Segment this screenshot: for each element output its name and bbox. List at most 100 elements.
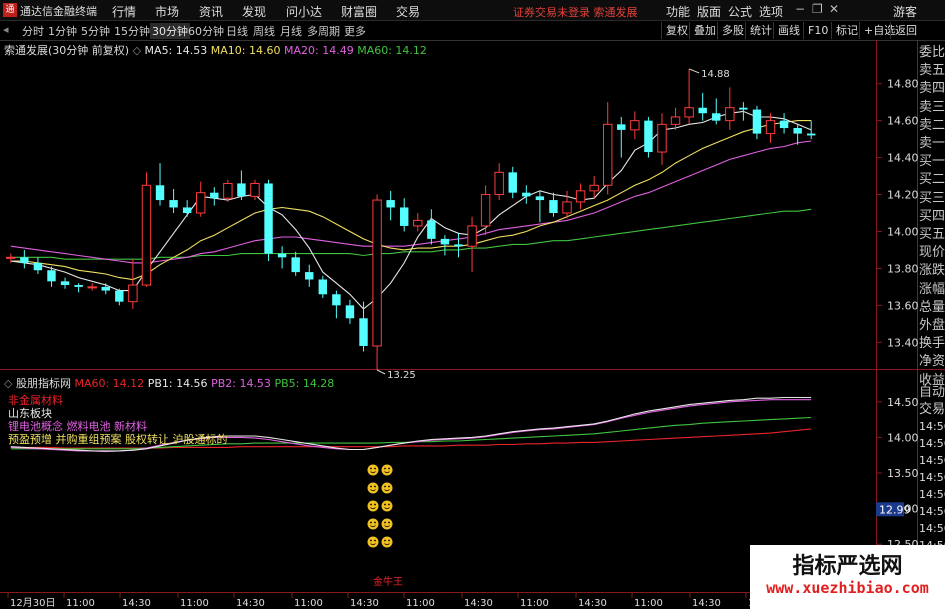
main-legend: 索通发展(30分钟 前复权) ◇ MA5: 14.53 MA10: 14.60 … [4, 42, 427, 58]
sidebar-item-6[interactable]: 买一 [919, 153, 945, 170]
menu-caifuquan[interactable]: 财富圈 [341, 3, 377, 20]
btn-back[interactable]: 返回 [890, 22, 921, 39]
btn-draw-line[interactable]: 画线 [773, 22, 804, 39]
candle-body [47, 270, 56, 282]
restore-icon[interactable]: ❐ [812, 2, 823, 16]
legend-settings-icon[interactable]: ◇ [133, 44, 141, 57]
smiley-eye [374, 485, 376, 488]
smiley-mouth [370, 489, 376, 492]
tab-weekly[interactable]: 周线 [253, 23, 275, 39]
sidebar-item-21[interactable]: 14:56 [919, 418, 945, 435]
sidebar-item-7[interactable]: 买二 [919, 171, 945, 188]
sidebar-item-15[interactable]: 外盘 [919, 317, 945, 334]
candle-body [454, 244, 463, 247]
menu-gongshi[interactable]: 公式 [728, 3, 752, 20]
tab-multi-period[interactable]: 多周期 [307, 23, 340, 39]
btn-mark[interactable]: 标记 [831, 22, 862, 39]
btn-statistics[interactable]: 统计 [745, 22, 776, 39]
time-label-3: 11:00 [180, 598, 209, 609]
sidebar-item-11[interactable]: 现价 [919, 244, 945, 261]
tab-5min[interactable]: 5分钟 [81, 23, 110, 39]
smiley-eye [370, 539, 372, 542]
btn-multi-stock[interactable]: 多股 [717, 22, 748, 39]
menu-zixun[interactable]: 资讯 [199, 3, 223, 20]
candle-body [400, 207, 409, 226]
smiley-mouth [370, 525, 376, 528]
sidebar-item-5[interactable]: 卖一 [919, 135, 945, 152]
ma20-line [10, 140, 812, 264]
app-logo-icon: 通 [3, 3, 17, 17]
smiley-icon [381, 536, 393, 548]
menu-hangqing[interactable]: 行情 [112, 3, 136, 20]
sidebar-item-16[interactable]: 换手 [919, 335, 945, 352]
minimize-icon[interactable]: − [795, 2, 805, 16]
sidebar-item-24[interactable]: 14:56 [919, 469, 945, 486]
sidebar-item-27[interactable]: 14:56 [919, 520, 945, 537]
sidebar-item-19[interactable]: 自动 [919, 384, 945, 401]
sidebar-item-25[interactable]: 14:56 [919, 486, 945, 503]
menu-faxian[interactable]: 发现 [242, 3, 266, 20]
candle-body [33, 262, 43, 271]
sidebar-item-17[interactable]: 净资 [919, 353, 945, 370]
sidebar-item-3[interactable]: 卖三 [919, 99, 945, 116]
menu-jiaoyi[interactable]: 交易 [396, 3, 420, 20]
smiley-eye [384, 539, 386, 542]
sidebar-item-4[interactable]: 卖二 [919, 117, 945, 134]
tab-15min[interactable]: 15分钟 [114, 23, 150, 39]
smiley-mouth [370, 471, 376, 474]
tab-30min[interactable]: 30分钟 [150, 23, 190, 39]
sidebar-item-20[interactable]: 交易 [919, 401, 945, 418]
sidebar-item-9[interactable]: 买四 [919, 208, 945, 225]
smiley-icon [367, 500, 379, 512]
sidebar-item-8[interactable]: 买三 [919, 190, 945, 207]
candle-body [115, 290, 124, 302]
candle-body [196, 192, 206, 214]
kline-chart: 14.80 14.60 14.40 14.20 14.00 13.80 13.60 13.40… [0, 40, 945, 609]
sidebar-item-26[interactable]: 14:56 [919, 503, 945, 520]
sub-indicator-title[interactable]: 股朋指标网 [16, 377, 71, 390]
sidebar-item-10[interactable]: 买五 [919, 226, 945, 243]
sidebar-item-12[interactable]: 涨跌 [919, 262, 945, 279]
sidebar-item-23[interactable]: 14:56 [919, 452, 945, 469]
btn-f10[interactable]: F10 [803, 22, 832, 39]
user-guest[interactable]: 游客 [893, 3, 917, 20]
tab-more[interactable]: 更多 [344, 23, 366, 39]
sidebar-item-13[interactable]: 涨幅 [919, 281, 945, 298]
price-label-4: 14.00 [887, 225, 919, 238]
sidebar-item-14[interactable]: 总量 [919, 299, 945, 316]
candle-body [210, 192, 219, 199]
tab-fenshi[interactable]: 分时 [22, 23, 44, 39]
candle-body [508, 172, 517, 193]
smiley-mouth [384, 507, 390, 510]
smiley-icon [367, 482, 379, 494]
smiley-eye [384, 467, 386, 470]
candle-body [141, 184, 152, 286]
candle-body [765, 120, 776, 135]
tab-daily[interactable]: 日线 [226, 23, 248, 39]
legend-pb2: PB2: 14.53 [211, 377, 271, 390]
sidebar-item-22[interactable]: 14:56 [919, 435, 945, 452]
menu-shichang[interactable]: 市场 [155, 3, 179, 20]
sidebar-item-2[interactable]: 卖四 [919, 80, 945, 97]
back-arrow-icon[interactable]: ◂ [3, 23, 9, 36]
close-icon[interactable]: ✕ [829, 2, 839, 16]
btn-overlay[interactable]: 叠加 [689, 22, 720, 39]
menu-xuanxiang[interactable]: 选项 [759, 3, 783, 20]
tab-1min[interactable]: 1分钟 [48, 23, 77, 39]
tab-monthly[interactable]: 月线 [280, 23, 302, 39]
btn-restore-rights[interactable]: 复权 [661, 22, 692, 39]
price-label-3: 14.20 [887, 189, 919, 202]
main-chart-title[interactable]: 索通发展(30分钟 前复权) [4, 44, 129, 57]
candle-body [807, 133, 816, 136]
sidebar-item-1[interactable]: 卖五 [919, 62, 945, 79]
menu-gongneng[interactable]: 功能 [666, 3, 690, 20]
smiley-mouth [370, 543, 376, 546]
menu-banmian[interactable]: 版面 [697, 3, 721, 20]
menu-wenxiaoda[interactable]: 问小达 [286, 3, 322, 20]
sidebar-item-0[interactable]: 委比 [919, 44, 945, 61]
smiley-eye [388, 539, 390, 542]
login-warning[interactable]: 证券交易未登录 索通发展 [513, 4, 638, 20]
smiley-eye [388, 503, 390, 506]
sub-settings-icon[interactable]: ◇ [4, 377, 12, 390]
tab-60min[interactable]: 60分钟 [188, 23, 224, 39]
